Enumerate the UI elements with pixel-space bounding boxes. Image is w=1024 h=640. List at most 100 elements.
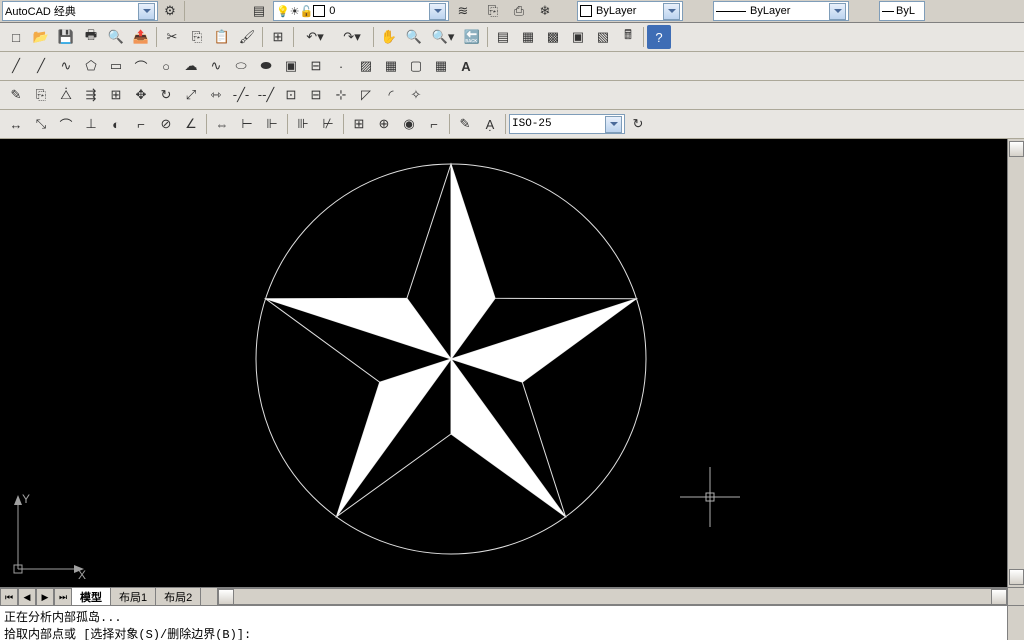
markup-icon[interactable]: ▧ <box>591 25 615 49</box>
tab-first-icon[interactable]: ⏮ <box>0 588 18 606</box>
stretch-icon[interactable]: ⇿ <box>204 83 228 107</box>
mtext-icon[interactable]: A <box>454 54 478 78</box>
zoom-rt-icon[interactable]: 🔍 <box>402 25 426 49</box>
hatch-icon[interactable]: ▨ <box>354 54 378 78</box>
paste-icon[interactable]: 📋 <box>210 25 234 49</box>
dimaligned-icon[interactable]: ⤡ <box>29 112 53 136</box>
dimjogline-icon[interactable]: ⌐ <box>422 112 446 136</box>
chevron-down-icon[interactable] <box>663 3 680 20</box>
dimtedit-icon[interactable]: Ạ <box>478 112 502 136</box>
fillet-icon[interactable]: ◜ <box>379 83 403 107</box>
tolerance-icon[interactable]: ⊞ <box>347 112 371 136</box>
dimupdate-icon[interactable]: ↻ <box>626 112 650 136</box>
ssm-icon[interactable]: ▣ <box>566 25 590 49</box>
vertical-scrollbar[interactable] <box>1007 139 1024 587</box>
table-icon[interactable]: ▦ <box>429 54 453 78</box>
break-icon[interactable]: ⊟ <box>304 83 328 107</box>
print-icon[interactable]: 🖶 <box>79 25 103 49</box>
dimcont-icon[interactable]: ⊩ <box>260 112 284 136</box>
copy-icon[interactable]: ⎘ <box>185 25 209 49</box>
copy2-icon[interactable]: ⎘ <box>29 83 53 107</box>
circle-icon[interactable]: ○ <box>154 54 178 78</box>
makeblk-icon[interactable]: ⊟ <box>304 54 328 78</box>
insertblk-icon[interactable]: ▣ <box>279 54 303 78</box>
pan-icon[interactable]: ✋ <box>377 25 401 49</box>
open-icon[interactable]: 📂 <box>29 25 53 49</box>
command-window[interactable]: 正在分析内部孤岛... 拾取内部点或 [选择对象(S)/删除边界(B)]: ^^ <box>0 605 1024 640</box>
rect-icon[interactable]: ▭ <box>104 54 128 78</box>
layer-props-icon[interactable]: ▤ <box>247 0 271 23</box>
redo-button[interactable]: ↷▾ <box>334 25 370 49</box>
color-dropdown[interactable]: ByLayer <box>577 1 683 21</box>
publish-icon[interactable]: 📤 <box>129 25 153 49</box>
region-icon[interactable]: ▢ <box>404 54 428 78</box>
cmd-scrollbar[interactable] <box>1007 606 1024 640</box>
block-ed-icon[interactable]: ⊞ <box>266 25 290 49</box>
chevron-down-icon[interactable] <box>605 116 622 133</box>
undo-button[interactable]: ↶▾ <box>297 25 333 49</box>
layer-prev-icon[interactable]: ≋ <box>451 0 475 23</box>
props-icon[interactable]: ▤ <box>491 25 515 49</box>
rotate-icon[interactable]: ↻ <box>154 83 178 107</box>
gradient-icon[interactable]: ▦ <box>379 54 403 78</box>
quickcalc-icon[interactable]: 🖩 <box>616 25 640 49</box>
chevron-down-icon[interactable] <box>429 3 446 20</box>
scroll-down-icon[interactable] <box>1009 569 1024 585</box>
cut-icon[interactable]: ✂ <box>160 25 184 49</box>
preview-icon[interactable]: 🔍 <box>104 25 128 49</box>
ellipse-icon[interactable]: ⬭ <box>229 54 253 78</box>
layer-dropdown[interactable]: 💡 ☀ 🔓 0 <box>273 1 449 21</box>
dimjog-icon[interactable]: ⌐ <box>129 112 153 136</box>
polygon-icon[interactable]: ⬠ <box>79 54 103 78</box>
earc-icon[interactable]: ⬬ <box>254 54 278 78</box>
dimbreak-icon[interactable]: ⊬ <box>316 112 340 136</box>
horizontal-scrollbar[interactable] <box>217 588 1008 605</box>
designctr-icon[interactable]: ▦ <box>516 25 540 49</box>
layer-state-icon[interactable]: ⎘ <box>481 0 505 23</box>
toolpal-icon[interactable]: ▩ <box>541 25 565 49</box>
offset-icon[interactable]: ⇶ <box>79 83 103 107</box>
dimarc-icon[interactable]: ⌒ <box>54 112 78 136</box>
chevron-down-icon[interactable] <box>829 3 846 20</box>
move-icon[interactable]: ✥ <box>129 83 153 107</box>
zoom-prev-icon[interactable]: 🔙 <box>460 25 484 49</box>
scroll-left-icon[interactable] <box>218 589 234 605</box>
dimord-icon[interactable]: ⊥ <box>79 112 103 136</box>
tab-layout2[interactable]: 布局2 <box>156 588 201 605</box>
dimspace-icon[interactable]: ⊪ <box>291 112 315 136</box>
explode-icon[interactable]: ✧ <box>404 83 428 107</box>
erase-icon[interactable]: ✎ <box>4 83 28 107</box>
scale-icon[interactable]: ⤢ <box>179 83 203 107</box>
dimang-icon[interactable]: ∠ <box>179 112 203 136</box>
chamfer-icon[interactable]: ◸ <box>354 83 378 107</box>
drawing-canvas[interactable]: Y X <box>0 139 1024 587</box>
dimedit-icon[interactable]: ✎ <box>453 112 477 136</box>
line-icon[interactable]: ╱ <box>4 54 28 78</box>
workspace-settings-icon[interactable]: ⚙ <box>158 0 182 23</box>
layer-iso-icon[interactable]: ⎙ <box>507 0 531 23</box>
spline-icon[interactable]: ∿ <box>204 54 228 78</box>
breakpt-icon[interactable]: ⊡ <box>279 83 303 107</box>
point-icon[interactable]: · <box>329 54 353 78</box>
help-icon[interactable]: ? <box>647 25 671 49</box>
dimbase-icon[interactable]: ⊢ <box>235 112 259 136</box>
diminspect-icon[interactable]: ◉ <box>397 112 421 136</box>
layer-freeze-icon[interactable]: ❄ <box>533 0 557 23</box>
array-icon[interactable]: ⊞ <box>104 83 128 107</box>
trim-icon[interactable]: -╱- <box>229 83 253 107</box>
dimlinear-icon[interactable]: ↔ <box>4 112 28 136</box>
dimrad-icon[interactable]: ◐ <box>104 112 128 136</box>
extend-icon[interactable]: --╱ <box>254 83 278 107</box>
pline-icon[interactable]: ∿ <box>54 54 78 78</box>
tab-next-icon[interactable]: ▶ <box>36 588 54 606</box>
dimdia-icon[interactable]: ⊘ <box>154 112 178 136</box>
cline-icon[interactable]: ╱ <box>29 54 53 78</box>
dimstyle-dropdown[interactable]: ISO-25 <box>509 114 625 134</box>
centermark-icon[interactable]: ⊕ <box>372 112 396 136</box>
lineweight-dropdown[interactable]: ByL <box>879 1 925 21</box>
chevron-down-icon[interactable] <box>138 3 155 20</box>
arc-icon[interactable]: ⌒ <box>129 54 153 78</box>
scroll-right-icon[interactable] <box>991 589 1007 605</box>
tab-model[interactable]: 模型 <box>72 588 111 605</box>
join-icon[interactable]: ⊹ <box>329 83 353 107</box>
